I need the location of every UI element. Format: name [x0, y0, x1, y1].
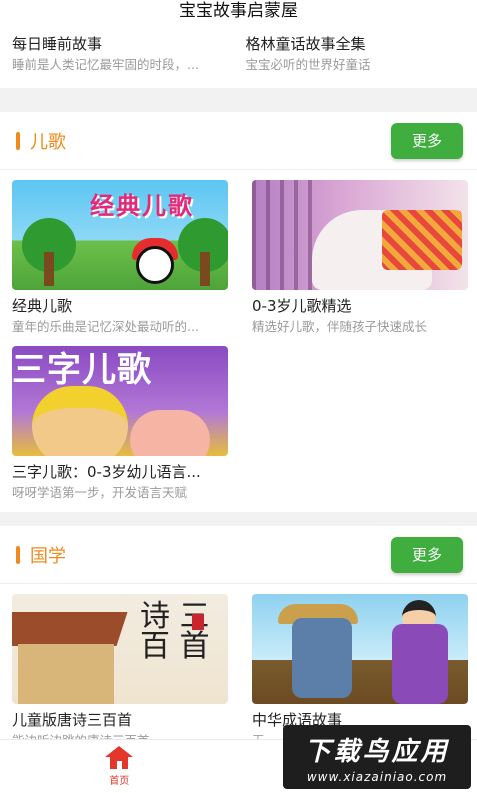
more-button[interactable]: 更多 — [391, 536, 463, 573]
card-songs-select[interactable]: 0-3岁儿歌精选 精选好儿歌，伴随孩子快速成长 — [252, 180, 468, 346]
patterned-blanket — [382, 210, 462, 270]
story-item-bedtime[interactable]: 每日睡前故事 睡前是人类记忆最牢固的时段，... — [12, 34, 232, 88]
thumbnail-text: 三字儿歌 — [12, 350, 152, 390]
card-desc: 精选好儿歌，伴随孩子快速成长 — [252, 319, 428, 334]
thumbnail-image — [252, 594, 468, 704]
section-divider — [0, 512, 477, 526]
thumbnail-image — [252, 180, 468, 290]
section-accent-bar — [16, 131, 20, 150]
watermark-text: 下载鸟应用 — [304, 736, 450, 767]
tree-trunk — [44, 252, 54, 286]
story-item-grimm[interactable]: 格林童话故事全集 宝宝必听的世界好童话 — [232, 34, 466, 88]
home-icon — [105, 746, 134, 770]
card-tang-poems[interactable]: 诗 三 百 首 儿童版唐诗三百首 能边听边跳的唐诗三百首 — [12, 594, 228, 760]
watermark-logo: 下载鸟应用 www.xiazainiao.com — [283, 725, 471, 789]
scholar-figure — [392, 624, 448, 704]
card-classic-songs[interactable]: 经典儿歌 经典儿歌 童年的乐曲是记忆深处最动听的... — [12, 180, 228, 346]
card-title: 0-3岁儿歌精选 — [252, 297, 352, 315]
thumbnail-text: 诗 三 百 首 — [140, 599, 210, 664]
thumbnail-image: 诗 三 百 首 — [12, 594, 228, 704]
watermark-url: www.xiazainiao.com — [306, 769, 448, 784]
section-header-songs: 儿歌 更多 — [0, 112, 477, 170]
card-desc: 呀呀学语第一步，开发语言天赋 — [12, 485, 188, 500]
story-title: 每日睡前故事 — [12, 35, 103, 53]
section-accent-bar — [16, 545, 20, 564]
story-desc: 宝宝必听的世界好童话 — [245, 57, 371, 72]
panda-figure — [136, 246, 174, 284]
section-title: 儿歌 — [30, 131, 66, 153]
thumbnail-image: 经典儿歌 — [12, 180, 228, 290]
tab-label: 首页 — [109, 776, 130, 787]
card-title: 三字儿歌：0-3岁幼儿语言... — [12, 463, 201, 481]
tab-home[interactable]: 首页 — [0, 740, 239, 793]
card-title: 儿童版唐诗三百首 — [12, 711, 133, 729]
story-title: 格林童话故事全集 — [245, 35, 366, 53]
more-button[interactable]: 更多 — [391, 122, 463, 159]
child-figure — [130, 410, 210, 456]
pavilion-shape — [18, 644, 114, 704]
card-desc: 童年的乐曲是记忆深处最动听的... — [12, 319, 199, 334]
section-title: 国学 — [30, 545, 66, 567]
tree-trunk — [200, 252, 210, 286]
seal-stamp — [192, 614, 204, 630]
page-title: 宝宝故事启蒙屋 — [179, 1, 298, 21]
card-sanzi-songs[interactable]: 三字儿歌 三字儿歌：0-3岁幼儿语言... 呀呀学语第一步，开发语言天赋 — [12, 346, 228, 512]
section-divider — [0, 88, 477, 112]
card-grid-songs: 经典儿歌 经典儿歌 童年的乐曲是记忆深处最动听的... 0-3岁儿歌精选 精选好… — [0, 170, 477, 512]
card-title: 经典儿歌 — [12, 297, 73, 315]
thumbnail-image: 三字儿歌 — [12, 346, 228, 456]
section-header-classics: 国学 更多 — [0, 526, 477, 584]
thumbnail-text: 经典儿歌 — [90, 192, 194, 220]
story-desc: 睡前是人类记忆最牢固的时段，... — [12, 57, 199, 72]
pavilion-roof — [12, 612, 128, 646]
boatman-figure — [292, 618, 352, 698]
child-figure — [32, 386, 128, 456]
story-row: 每日睡前故事 睡前是人类记忆最牢固的时段，... 格林童话故事全集 宝宝必听的世… — [0, 30, 477, 88]
